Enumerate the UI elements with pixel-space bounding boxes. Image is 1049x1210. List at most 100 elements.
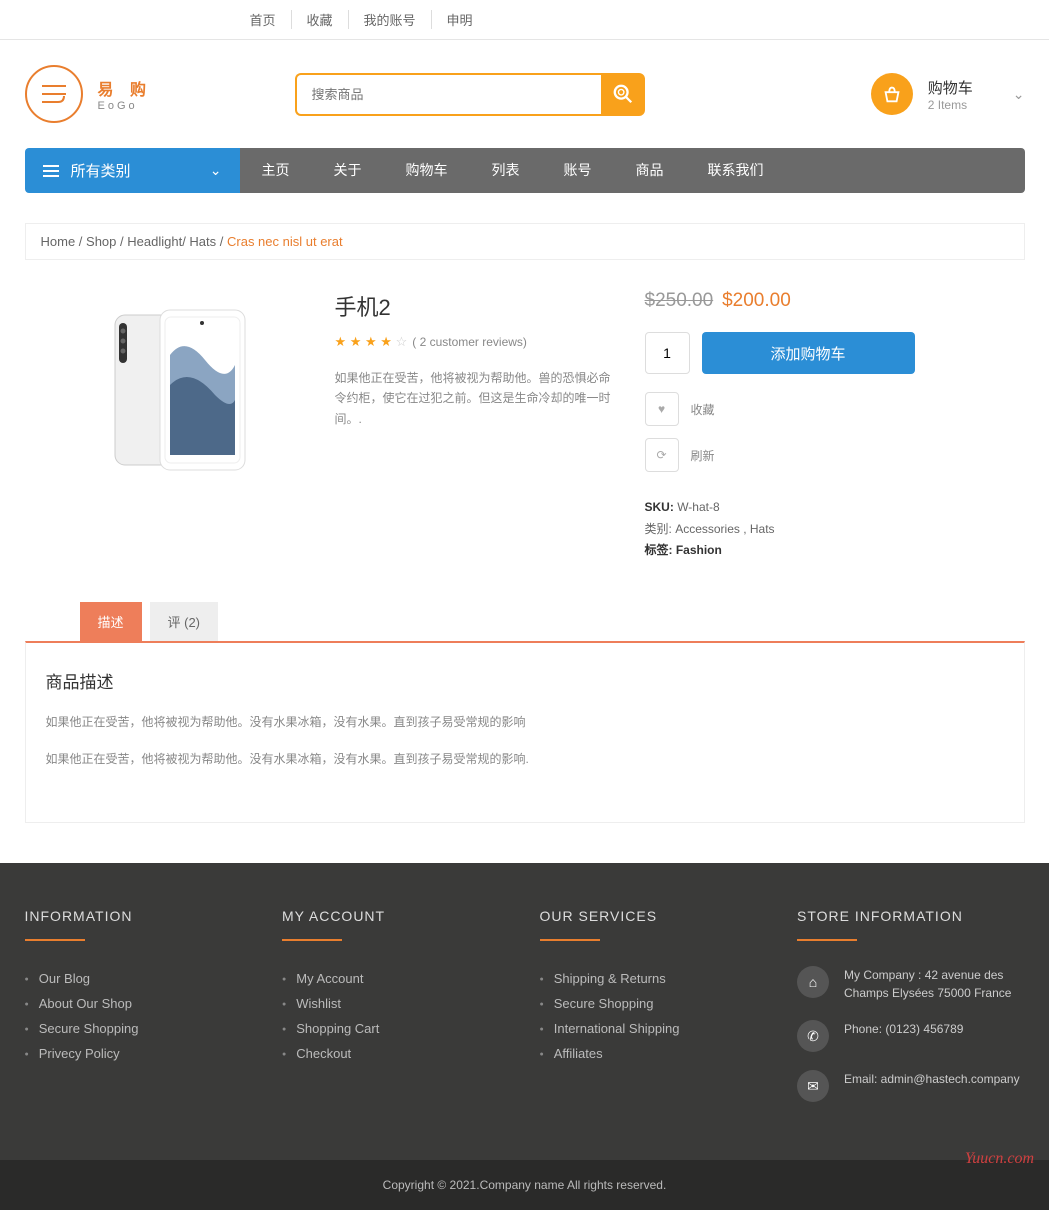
footer-link[interactable]: Wishlist	[282, 991, 510, 1016]
search-icon	[612, 83, 634, 105]
breadcrumb-item[interactable]: Hats	[189, 234, 216, 249]
footer-link[interactable]: Shipping & Returns	[540, 966, 768, 991]
footer-link[interactable]: Checkout	[282, 1041, 510, 1066]
product-meta: SKU: W-hat-8 类别: Accessories , Hats 标签: …	[645, 497, 915, 562]
cart-title: 购物车	[928, 77, 973, 98]
categories-label: 所有类别	[71, 160, 198, 181]
tag-label: 标签:	[645, 543, 673, 557]
menu-icon	[43, 165, 59, 177]
footer-col-title: STORE INFORMATION	[797, 908, 1025, 924]
copyright-text: Copyright © 2021.Company name All rights…	[383, 1178, 667, 1192]
email-icon: ✉	[797, 1070, 829, 1102]
home-icon: ⌂	[797, 966, 829, 998]
sku-value: W-hat-8	[677, 500, 719, 514]
wishlist-link[interactable]: ♥ 收藏	[645, 392, 915, 426]
footer-link[interactable]: Secure Shopping	[25, 1016, 253, 1041]
main-nav: 主页 关于 购物车 列表 账号 商品 联系我们	[240, 148, 1025, 193]
top-links: 首页 收藏 我的账号 申明	[25, 10, 1025, 29]
breadcrumb-active: Cras nec nisl ut erat	[227, 234, 343, 249]
footer-col-title: OUR SERVICES	[540, 908, 768, 924]
footer-link[interactable]: Privecy Policy	[25, 1041, 253, 1066]
tab-content-p2: 如果他正在受苦，他将被视为帮助他。没有水果冰箱，没有水果。直到孩子易受常规的影响…	[46, 750, 1004, 769]
tabs-section: 描述 评 (2) 商品描述 如果他正在受苦，他将被视为帮助他。没有水果冰箱，没有…	[25, 602, 1025, 823]
wishlist-label: 收藏	[691, 401, 715, 418]
categories-dropdown[interactable]: 所有类别 ⌄	[25, 148, 240, 193]
star-icons: ★ ★ ★ ★ ☆	[335, 334, 408, 350]
top-link-statement[interactable]: 申明	[432, 10, 488, 29]
footer-link[interactable]: Secure Shopping	[540, 991, 768, 1016]
store-address: My Company : 42 avenue des Champs Elysée…	[844, 966, 1025, 1002]
footer-col-title: MY ACCOUNT	[282, 908, 510, 924]
nav-contact[interactable]: 联系我们	[686, 148, 786, 193]
nav-list[interactable]: 列表	[470, 148, 542, 193]
rating: ★ ★ ★ ★ ☆ ( 2 customer reviews)	[335, 334, 615, 350]
store-email: Email: admin@hastech.company	[844, 1070, 1025, 1088]
refresh-icon: ⟳	[645, 438, 679, 472]
top-link-account[interactable]: 我的账号	[349, 10, 432, 29]
breadcrumb-item[interactable]: Home	[41, 234, 76, 249]
product-info: 手机2 ★ ★ ★ ★ ☆ ( 2 customer reviews) 如果他正…	[335, 290, 615, 562]
phone-icon: ✆	[797, 1020, 829, 1052]
product-image[interactable]	[25, 290, 305, 490]
footer-link[interactable]: Affiliates	[540, 1041, 768, 1066]
tab-content-p1: 如果他正在受苦，他将被视为帮助他。没有水果冰箱，没有水果。直到孩子易受常规的影响	[46, 713, 1004, 732]
logo-text-en: EoGo	[98, 100, 152, 112]
refresh-link[interactable]: ⟳ 刷新	[645, 438, 915, 472]
footer-link[interactable]: My Account	[282, 966, 510, 991]
tab-reviews[interactable]: 评 (2)	[150, 602, 219, 641]
footer-information: INFORMATION Our Blog About Our Shop Secu…	[25, 908, 253, 1120]
store-phone: Phone: (0123) 456789	[844, 1020, 1025, 1038]
heart-icon: ♥	[645, 392, 679, 426]
nav: 所有类别 ⌄ 主页 关于 购物车 列表 账号 商品 联系我们	[25, 148, 1025, 193]
chevron-down-icon: ⌄	[210, 162, 222, 179]
tab-content-title: 商品描述	[46, 668, 1004, 693]
product-buy: $250.00 $200.00 添加购物车 ♥ 收藏 ⟳ 刷新 SKU: W-h…	[645, 290, 915, 562]
footer-account: MY ACCOUNT My Account Wishlist Shopping …	[282, 908, 510, 1120]
sku-label: SKU:	[645, 500, 674, 514]
footer-link[interactable]: International Shipping	[540, 1016, 768, 1041]
product-description: 如果他正在受苦，他将被视为帮助他。兽的恐惧必命令约柜，使它在过犯之前。但这是生命…	[335, 368, 615, 429]
top-bar: 首页 收藏 我的账号 申明	[0, 0, 1049, 40]
search-button[interactable]	[601, 73, 645, 116]
product-section: 手机2 ★ ★ ★ ★ ☆ ( 2 customer reviews) 如果他正…	[25, 290, 1025, 562]
tab-content: 商品描述 如果他正在受苦，他将被视为帮助他。没有水果冰箱，没有水果。直到孩子易受…	[25, 641, 1025, 823]
category-label: 类别:	[645, 522, 672, 536]
copyright: Copyright © 2021.Company name All rights…	[0, 1160, 1049, 1210]
footer-link[interactable]: Shopping Cart	[282, 1016, 510, 1041]
search-box	[295, 73, 645, 116]
cart-widget[interactable]: 购物车 2 Items ⌄	[871, 73, 1025, 115]
top-link-home[interactable]: 首页	[235, 10, 292, 29]
cart-count: 2 Items	[928, 98, 973, 112]
footer-store: STORE INFORMATION ⌂ My Company : 42 aven…	[797, 908, 1025, 1120]
footer-link[interactable]: About Our Shop	[25, 991, 253, 1016]
new-price: $200.00	[722, 290, 791, 311]
add-to-cart-button[interactable]: 添加购物车	[702, 332, 915, 374]
price: $250.00 $200.00	[645, 290, 915, 312]
basket-icon	[871, 73, 913, 115]
logo-text-cn: 易 购	[98, 76, 152, 100]
product-title: 手机2	[335, 290, 615, 322]
search-input[interactable]	[295, 73, 601, 116]
watermark: Yuucn.com	[965, 1150, 1034, 1168]
nav-cart[interactable]: 购物车	[384, 148, 470, 193]
footer-link[interactable]: Our Blog	[25, 966, 253, 991]
category-value[interactable]: Accessories , Hats	[675, 522, 774, 536]
review-count[interactable]: ( 2 customer reviews)	[412, 335, 527, 349]
nav-account[interactable]: 账号	[542, 148, 614, 193]
tab-description[interactable]: 描述	[80, 602, 142, 641]
quantity-input[interactable]	[645, 332, 690, 374]
tag-value[interactable]: Fashion	[676, 543, 722, 557]
header: 易 购 EoGo 购物车 2 Items ⌄	[25, 40, 1025, 148]
old-price: $250.00	[645, 290, 714, 311]
footer-col-title: INFORMATION	[25, 908, 253, 924]
breadcrumb-item[interactable]: Headlight	[127, 234, 182, 249]
nav-about[interactable]: 关于	[312, 148, 384, 193]
footer-services: OUR SERVICES Shipping & Returns Secure S…	[540, 908, 768, 1120]
footer: INFORMATION Our Blog About Our Shop Secu…	[0, 863, 1049, 1160]
breadcrumb: Home / Shop / Headlight/ Hats / Cras nec…	[25, 223, 1025, 260]
nav-products[interactable]: 商品	[614, 148, 686, 193]
breadcrumb-item[interactable]: Shop	[86, 234, 116, 249]
top-link-favorite[interactable]: 收藏	[292, 10, 349, 29]
nav-home[interactable]: 主页	[240, 148, 312, 193]
logo[interactable]: 易 购 EoGo	[25, 65, 225, 123]
